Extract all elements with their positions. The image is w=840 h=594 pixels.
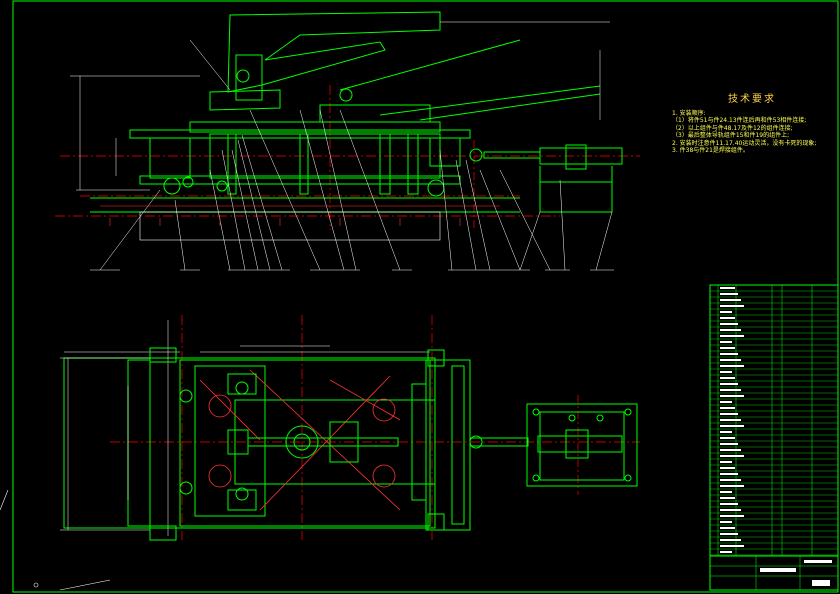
front-elevation-view [55,11,640,271]
parts-list-table [709,284,839,591]
requirement-line: 1. 安装顺序: [672,109,706,117]
plan-view [60,315,640,541]
drawing-sheet [0,0,839,593]
requirement-line: 2. 安装时注意件11.17.40运动灵活，没有卡死的现象; [672,139,817,147]
requirement-line: 3. 件38与件21是焊接组件。 [672,147,749,154]
requirement-line: （3）最后整体导轨组件15和件19的组件上; [672,132,790,139]
technical-requirements: 技术要求 1. 安装顺序: （1）将件51与件24.13件连后再和件53相件连接… [672,94,832,155]
bottom-left-marks [0,489,111,591]
requirement-line: （2）以上组件与件48.17及件12的组件连接; [672,124,793,132]
technical-requirements-title: 技术要求 [728,94,776,105]
cad-drawing-canvas: 技术要求 1. 安装顺序: （1）将件51与件24.13件连后再和件53相件连接… [0,0,840,594]
requirement-line: （1）将件51与件24.13件连后再和件53相件连接; [672,117,807,124]
